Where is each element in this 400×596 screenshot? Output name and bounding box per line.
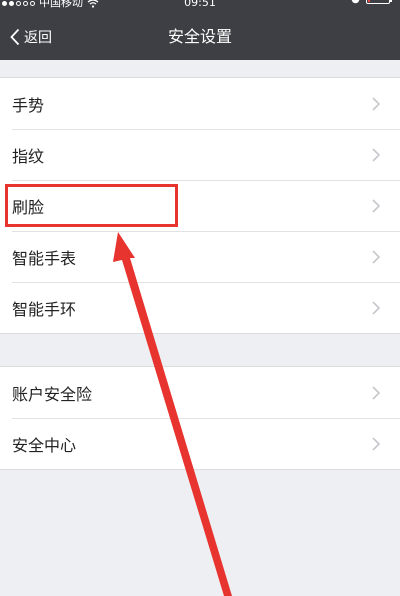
chevron-right-icon xyxy=(372,199,380,213)
chevron-right-icon xyxy=(372,386,380,400)
chevron-right-icon xyxy=(372,301,380,315)
row-label: 账户安全险 xyxy=(12,384,93,404)
navigation-bar: 返回 安全设置 xyxy=(0,14,400,60)
settings-group-account: 账户安全险 安全中心 xyxy=(0,366,400,470)
row-label: 刷脸 xyxy=(12,197,45,217)
settings-group-biometric: 手势 指纹 刷脸 智能手表 智能手环 xyxy=(0,77,400,334)
row-smart-band[interactable]: 智能手环 xyxy=(0,282,400,333)
row-security-center[interactable]: 安全中心 xyxy=(0,418,400,469)
row-face-recognition[interactable]: 刷脸 xyxy=(0,180,400,231)
row-label: 安全中心 xyxy=(12,435,77,455)
chevron-right-icon xyxy=(372,250,380,264)
page-title: 安全设置 xyxy=(167,27,232,46)
row-gesture[interactable]: 手势 xyxy=(0,78,400,129)
row-label: 智能手环 xyxy=(12,299,77,319)
battery-level xyxy=(368,0,370,2)
status-bar: 中国移动 09:51 xyxy=(0,0,400,14)
status-right xyxy=(351,0,392,4)
alarm-icon xyxy=(351,0,360,4)
row-account-insurance[interactable]: 账户安全险 xyxy=(0,367,400,418)
row-smart-watch[interactable]: 智能手表 xyxy=(0,231,400,282)
status-time: 09:51 xyxy=(184,0,216,9)
chevron-right-icon xyxy=(372,97,380,111)
chevron-right-icon xyxy=(372,437,380,451)
row-label: 智能手表 xyxy=(12,248,77,268)
row-label: 手势 xyxy=(12,95,45,115)
chevron-right-icon xyxy=(372,148,380,162)
row-fingerprint[interactable]: 指纹 xyxy=(0,129,400,180)
row-label: 指纹 xyxy=(12,146,45,166)
battery-icon xyxy=(366,0,392,4)
